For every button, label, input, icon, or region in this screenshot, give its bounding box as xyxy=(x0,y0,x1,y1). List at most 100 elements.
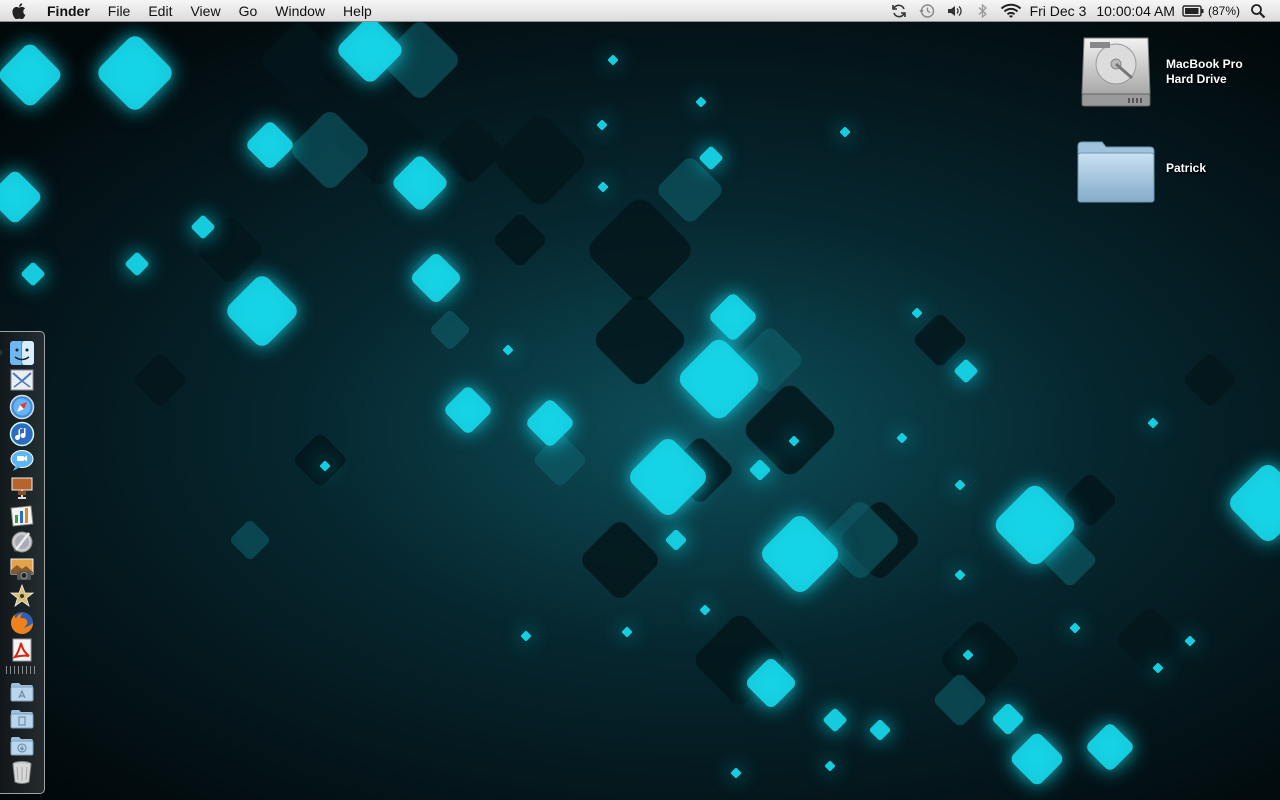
wallpaper-square xyxy=(869,719,891,741)
dock-safari[interactable] xyxy=(9,394,35,420)
dock-downloads-stack[interactable] xyxy=(9,732,35,758)
itunes-icon xyxy=(9,421,35,447)
iphoto-icon xyxy=(10,558,34,580)
dock-preview[interactable] xyxy=(9,529,35,555)
dock-ichat[interactable] xyxy=(9,448,35,474)
wallpaper-square xyxy=(1087,724,1133,770)
wallpaper-square xyxy=(294,434,346,486)
desktop-wallpaper xyxy=(0,18,1280,785)
wallpaper-square xyxy=(914,314,966,366)
wallpaper-square xyxy=(710,294,756,340)
menu-edit[interactable]: Edit xyxy=(139,0,181,22)
wallpaper-square xyxy=(607,54,619,66)
wallpaper-square xyxy=(699,604,711,616)
wallpaper-square xyxy=(227,276,297,346)
wallpaper-square xyxy=(262,22,338,98)
preview-icon xyxy=(11,531,33,553)
wallpaper-square xyxy=(495,115,585,205)
wallpaper-square xyxy=(665,529,687,551)
wallpaper-square xyxy=(445,387,491,433)
downloads-folder-icon xyxy=(10,737,34,756)
wallpaper-square xyxy=(954,479,966,491)
menu-finder[interactable]: Finder xyxy=(38,0,99,22)
wallpaper-square xyxy=(438,118,502,182)
bluetooth-icon[interactable] xyxy=(969,0,997,22)
desktop-icon-home-folder[interactable]: Patrick xyxy=(1076,132,1266,204)
menu-file[interactable]: File xyxy=(99,0,140,22)
imovie-icon xyxy=(9,583,35,608)
dock-imovie[interactable] xyxy=(9,583,35,609)
dock-mail[interactable] xyxy=(9,367,35,393)
wallpaper-square xyxy=(762,516,838,592)
wallpaper-square xyxy=(1184,354,1236,406)
finder-icon xyxy=(10,341,34,365)
battery-icon[interactable] xyxy=(1180,0,1206,22)
documents-folder-icon xyxy=(10,710,34,729)
applications-folder-icon xyxy=(10,683,34,702)
wallpaper-square xyxy=(247,122,293,168)
dock-iphoto[interactable] xyxy=(9,556,35,582)
wallpaper-square xyxy=(1069,622,1081,634)
wallpaper-square xyxy=(839,126,851,138)
wallpaper-square xyxy=(582,522,658,598)
acrobat-icon xyxy=(12,638,32,662)
dock-trash[interactable] xyxy=(9,759,35,785)
wallpaper-square xyxy=(21,262,45,286)
dock-finder[interactable] xyxy=(9,340,35,366)
safari-icon xyxy=(9,394,35,420)
apple-menu-icon[interactable] xyxy=(0,0,38,22)
dock-itunes[interactable] xyxy=(9,421,35,447)
dock-separator xyxy=(6,666,38,674)
mail-icon xyxy=(10,369,34,391)
wallpaper-square xyxy=(125,252,149,276)
keynote-icon xyxy=(11,477,33,499)
trash-icon xyxy=(12,761,32,784)
home-folder-icon xyxy=(1077,141,1155,203)
wallpaper-square xyxy=(431,311,469,349)
dock xyxy=(0,331,45,794)
time-machine-icon[interactable] xyxy=(913,0,941,22)
menu-help[interactable]: Help xyxy=(334,0,381,22)
dock-acrobat[interactable] xyxy=(9,637,35,663)
battery-percent[interactable]: (87%) xyxy=(1206,4,1244,18)
wallpaper-square xyxy=(896,432,908,444)
ichat-icon xyxy=(10,450,34,471)
wallpaper-square xyxy=(824,760,836,772)
dock-keynote[interactable] xyxy=(9,475,35,501)
dock-documents-stack[interactable] xyxy=(9,705,35,731)
wallpaper-square xyxy=(1184,635,1196,647)
firefox-icon xyxy=(11,612,33,634)
wallpaper-square xyxy=(749,459,771,481)
sync-icon[interactable] xyxy=(885,0,913,22)
dock-firefox[interactable] xyxy=(9,610,35,636)
wallpaper-square xyxy=(621,626,633,638)
spotlight-icon[interactable] xyxy=(1244,0,1272,22)
numbers-icon xyxy=(10,505,34,527)
wallpaper-square xyxy=(1118,608,1182,672)
dock-numbers[interactable] xyxy=(9,502,35,528)
wallpaper-square xyxy=(730,767,742,779)
wallpaper-square xyxy=(1011,733,1063,785)
wallpaper-square xyxy=(231,521,269,559)
wallpaper-square xyxy=(954,359,978,383)
wallpaper-square xyxy=(0,44,61,106)
wallpaper-square xyxy=(597,181,609,193)
menu-window[interactable]: Window xyxy=(266,0,334,22)
wallpaper-square xyxy=(98,36,172,110)
wallpaper-square xyxy=(494,214,546,266)
wallpaper-square xyxy=(954,569,966,581)
wallpaper-square xyxy=(596,119,608,131)
wallpaper-square xyxy=(134,354,186,406)
clock-time[interactable]: 10:00:04 AM xyxy=(1091,3,1180,19)
menu-view[interactable]: View xyxy=(181,0,229,22)
wifi-icon[interactable] xyxy=(997,0,1025,22)
menu-go[interactable]: Go xyxy=(230,0,267,22)
wallpaper-square xyxy=(911,307,923,319)
volume-icon[interactable] xyxy=(941,0,969,22)
desktop-icon-hard-drive[interactable]: MacBook Pro Hard Drive xyxy=(1078,34,1266,110)
clock-date[interactable]: Fri Dec 3 xyxy=(1025,3,1092,19)
desktop-icon-label: MacBook Pro Hard Drive xyxy=(1166,57,1243,86)
wallpaper-square xyxy=(695,96,707,108)
dock-applications-stack[interactable] xyxy=(9,678,35,704)
hard-drive-icon xyxy=(1081,37,1151,107)
